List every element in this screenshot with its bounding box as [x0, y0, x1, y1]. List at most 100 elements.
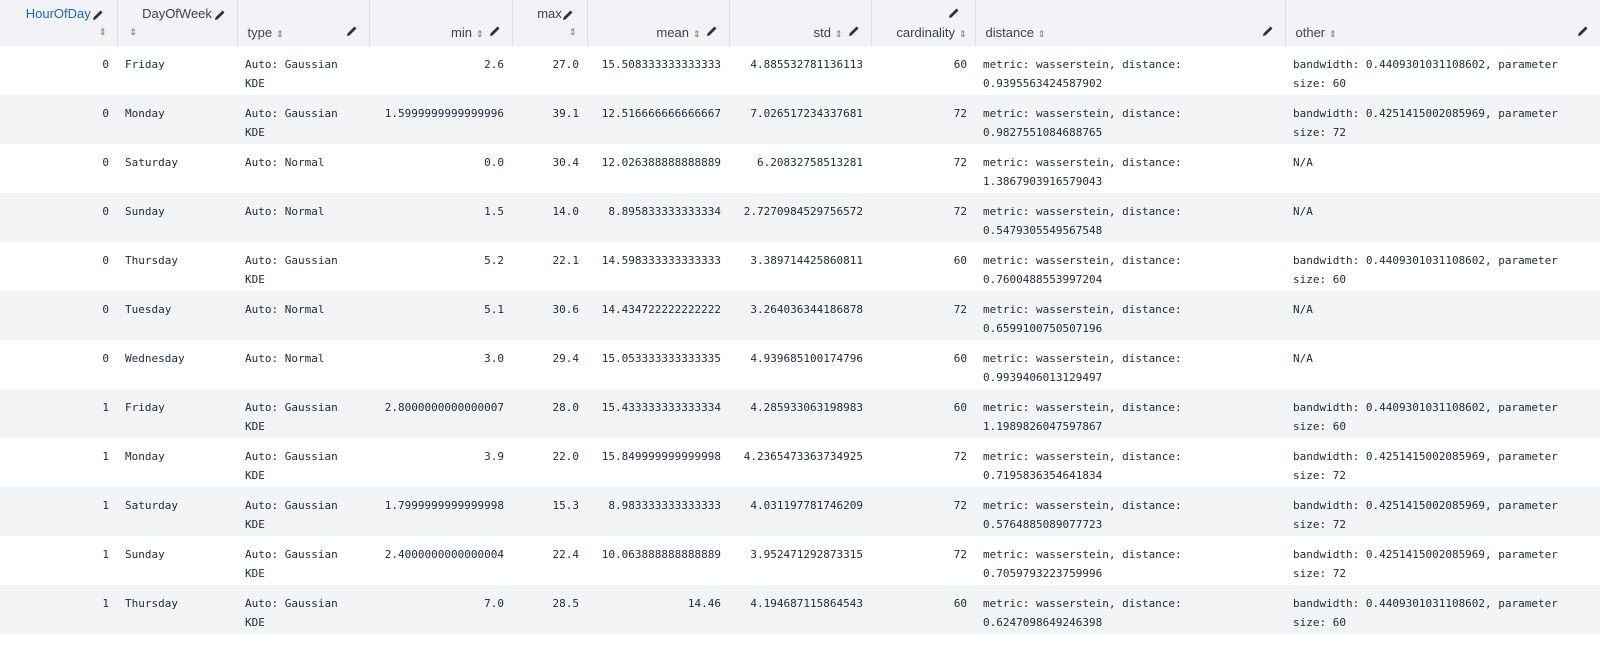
cell-other: N/A	[1293, 352, 1313, 365]
col-label-min[interactable]: min ⇕	[451, 25, 484, 40]
cell-mean: 8.895833333333334	[587, 193, 729, 242]
table-row: 0 Thursday Auto: Gaussian KDE 5.2 22.1 14.598…	[0, 242, 1600, 291]
col-header-cardinality[interactable]: cardinality ⇕	[871, 0, 976, 46]
cell-std: 4.2365473363734925	[743, 450, 863, 463]
cell-min: 2.4000000000000004	[384, 548, 504, 561]
col-header-type[interactable]: type ⇕	[237, 0, 370, 46]
edit-column-icon[interactable]	[847, 24, 861, 38]
cell-type: Auto: Normal	[245, 156, 325, 169]
cell-cardinality: 60	[953, 254, 967, 267]
edit-column-icon[interactable]	[345, 24, 359, 38]
cell-max: 30.6	[512, 291, 587, 340]
cell-cardinality: 60	[953, 352, 967, 365]
col-header-mean[interactable]: mean ⇕	[587, 0, 730, 46]
edit-column-icon[interactable]	[1576, 24, 1590, 38]
cell-min: 7.0	[369, 585, 512, 634]
col-label-type[interactable]: type ⇕	[248, 25, 284, 40]
cell-type: Auto: Gaussian KDE	[237, 585, 369, 634]
edit-column-icon[interactable]	[91, 8, 105, 22]
cell-dayofweek: Monday	[125, 450, 165, 463]
col-label-other[interactable]: other ⇕	[1296, 25, 1337, 40]
cell-min: 1.7999999999999998	[369, 487, 512, 536]
cell-other: N/A	[1293, 156, 1313, 169]
edit-column-icon[interactable]	[213, 8, 227, 22]
cell-mean: 15.508333333333333	[601, 58, 721, 71]
cell-cardinality: 60	[953, 58, 967, 71]
edit-column-icon[interactable]	[488, 24, 502, 38]
col-header-hourofday[interactable]: HourOfDay ⇕	[0, 0, 118, 46]
header-row: HourOfDay ⇕ DayOfWeek ⇕ type ⇕ min ⇕ max…	[0, 0, 1600, 46]
table-row: 0 Wednesday Auto: Normal 3.0 29.4 15.05333333…	[0, 340, 1600, 389]
sort-icon[interactable]: ⇕	[276, 29, 284, 39]
cell-dayofweek: Tuesday	[117, 291, 237, 340]
col-header-min[interactable]: min ⇕	[369, 0, 513, 46]
cell-distance: metric: wasserstein, distance: 0.7059793…	[983, 548, 1182, 580]
cell-min: 5.2	[484, 254, 504, 267]
cell-type: Auto: Gaussian KDE	[237, 95, 369, 144]
table-row: 1 Thursday Auto: Gaussian KDE 7.0 28.5 14.46 4…	[0, 585, 1600, 634]
col-header-max[interactable]: max ⇕	[512, 0, 588, 46]
cell-other: bandwidth: 0.4409301031108602, parameter…	[1285, 389, 1600, 438]
col-header-std[interactable]: std ⇕	[729, 0, 872, 46]
cell-max: 29.4	[552, 352, 580, 365]
sort-icon[interactable]: ⇕	[569, 27, 577, 38]
cell-max: 27.0	[552, 58, 580, 71]
cell-max: 15.3	[512, 487, 587, 536]
edit-column-icon[interactable]	[705, 24, 719, 38]
cell-mean: 14.46	[587, 585, 729, 634]
cell-hourofday: 0	[102, 352, 109, 365]
sort-icon[interactable]: ⇕	[130, 27, 138, 38]
sort-icon[interactable]: ⇕	[959, 29, 967, 39]
cell-mean: 15.849999999999998	[601, 450, 721, 463]
cell-max: 39.1	[512, 95, 587, 144]
sort-icon[interactable]: ⇕	[476, 29, 484, 39]
table-row: 1 Saturday Auto: Gaussian KDE 1.79999999999…	[0, 487, 1600, 536]
cell-std: 4.885532781136113	[750, 58, 863, 71]
cell-hourofday: 1	[0, 389, 117, 438]
sort-icon[interactable]: ⇕	[693, 29, 701, 39]
cell-mean: 14.434722222222222	[587, 291, 729, 340]
cell-cardinality: 72	[871, 95, 975, 144]
col-label-std[interactable]: std ⇕	[814, 25, 843, 40]
cell-hourofday: 0	[0, 291, 117, 340]
cell-std: 4.939685100174796	[750, 352, 863, 365]
cell-distance: metric: wasserstein, distance: 0.6599100…	[975, 291, 1285, 340]
cell-type: Auto: Normal	[237, 193, 369, 242]
cell-type: Auto: Normal	[237, 291, 369, 340]
cell-hourofday: 1	[102, 450, 109, 463]
sort-icon[interactable]: ⇕	[835, 29, 843, 39]
cell-other: N/A	[1285, 193, 1600, 242]
table-row: 1 Friday Auto: Gaussian KDE 2.8000000000000…	[0, 389, 1600, 438]
cell-std: 4.285933063198983	[729, 389, 871, 438]
col-header-dayofweek[interactable]: DayOfWeek ⇕	[117, 0, 238, 46]
cell-mean: 15.433333333333334	[587, 389, 729, 438]
cell-other: bandwidth: 0.4251415002085969, parameter…	[1293, 450, 1558, 482]
cell-other: bandwidth: 0.4409301031108602, parameter…	[1293, 254, 1558, 286]
sort-icon[interactable]: ⇕	[99, 27, 107, 38]
col-label-cardinality[interactable]: cardinality ⇕	[896, 25, 966, 40]
sort-icon[interactable]: ⇕	[1329, 29, 1337, 39]
edit-column-icon[interactable]	[561, 8, 575, 22]
col-label-mean[interactable]: mean ⇕	[656, 25, 700, 40]
col-label-distance[interactable]: distance ⇕	[986, 25, 1046, 40]
cell-max: 22.1	[552, 254, 580, 267]
cell-min: 5.1	[369, 291, 512, 340]
cell-min: 2.8000000000000007	[369, 389, 512, 438]
cell-cardinality: 72	[871, 193, 975, 242]
cell-distance: metric: wasserstein, distance: 0.5764885…	[975, 487, 1285, 536]
cell-type: Auto: Gaussian KDE	[245, 254, 338, 286]
sort-icon[interactable]: ⇕	[1038, 29, 1046, 39]
cell-dayofweek: Friday	[125, 58, 165, 71]
col-header-distance[interactable]: distance ⇕	[975, 0, 1286, 46]
cell-type: Auto: Normal	[245, 352, 325, 365]
cell-distance: metric: wasserstein, distance: 0.6247098…	[975, 585, 1285, 634]
cell-cardinality: 72	[871, 291, 975, 340]
col-header-other[interactable]: other ⇕	[1285, 0, 1600, 46]
cell-std: 6.20832758513281	[757, 156, 863, 169]
edit-column-icon[interactable]	[947, 6, 961, 20]
edit-column-icon[interactable]	[1261, 24, 1275, 38]
cell-min: 3.0	[484, 352, 504, 365]
cell-hourofday: 1	[102, 548, 109, 561]
cell-max: 28.5	[512, 585, 587, 634]
cell-std: 7.026517234337681	[729, 95, 871, 144]
